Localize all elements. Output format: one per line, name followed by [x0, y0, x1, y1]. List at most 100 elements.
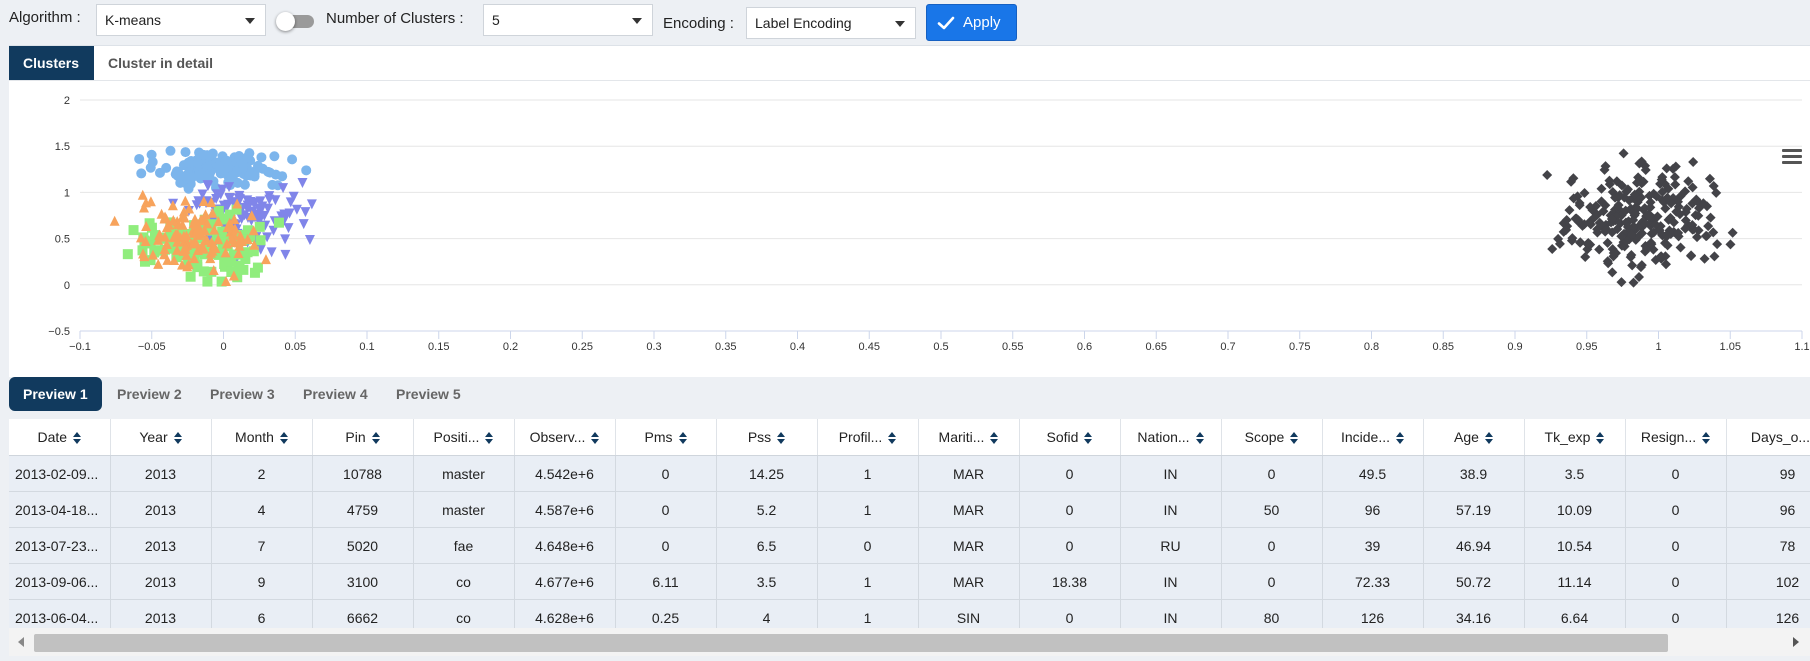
scatter-point — [1547, 243, 1558, 254]
table-row[interactable]: 2013-04-18... 2013 4 4759 master 4.587e+6 0 5.2… — [9, 491, 1810, 528]
chart-menu-icon[interactable] — [1782, 149, 1802, 165]
scatter-point — [192, 157, 203, 168]
scroll-right-icon[interactable] — [1793, 637, 1799, 647]
column-header[interactable]: Date — [9, 419, 111, 456]
table-cell: 3.5 — [716, 563, 818, 600]
column-header[interactable]: Year — [110, 419, 212, 456]
table-cell: 6.11 — [615, 563, 717, 600]
scatter-point — [186, 172, 197, 183]
sort-icon[interactable] — [371, 432, 380, 445]
sort-icon[interactable] — [888, 432, 897, 445]
x-tick-label: 0.9 — [1507, 341, 1522, 353]
table-row[interactable]: 2013-06-04... 2013 6 6662 co 4.628e+6 0.25 4 1 SI… — [9, 599, 1810, 628]
scatter-point — [1627, 260, 1638, 271]
table-cell: 102 — [1726, 563, 1810, 600]
column-header[interactable]: Tk_exp — [1524, 419, 1626, 456]
table-cell: 4.587e+6 — [514, 491, 616, 528]
sort-icon[interactable] — [1702, 432, 1711, 445]
sort-icon[interactable] — [678, 432, 687, 445]
scatter-point — [207, 148, 218, 159]
clusters-toggle[interactable] — [276, 12, 318, 31]
scatter-point — [122, 249, 133, 260]
column-header[interactable]: Days_o... — [1726, 419, 1810, 456]
sort-icon[interactable] — [173, 432, 182, 445]
scatter-point — [304, 235, 315, 246]
scatter-point — [1709, 251, 1720, 262]
column-header[interactable]: Positi... — [413, 419, 515, 456]
table-cell: master — [413, 455, 515, 492]
table-cell: 2013-04-18... — [9, 491, 111, 528]
scatter-point — [1607, 267, 1618, 278]
x-tick-label: −0.1 — [69, 341, 91, 353]
scatter-point — [238, 264, 249, 275]
table-cell: 4 — [211, 491, 313, 528]
x-tick-label: −0.05 — [138, 341, 166, 353]
column-header[interactable]: Mariti... — [918, 419, 1020, 456]
column-header[interactable]: Pin — [312, 419, 414, 456]
table-cell: 0 — [1625, 455, 1727, 492]
column-header-label: Date — [37, 429, 68, 445]
tab-preview-1[interactable]: Preview 1 — [9, 377, 102, 411]
sort-icon[interactable] — [777, 432, 786, 445]
table-cell: 1 — [817, 599, 919, 628]
table-cell: 126 — [1322, 599, 1424, 628]
clusters-label: Number of Clusters : — [326, 10, 464, 27]
column-header[interactable]: Nation... — [1120, 419, 1222, 456]
column-header[interactable]: Sofid — [1019, 419, 1121, 456]
column-header[interactable]: Profil... — [817, 419, 919, 456]
column-header[interactable]: Pms — [615, 419, 717, 456]
column-header-label: Tk_exp — [1544, 429, 1591, 445]
sort-icon[interactable] — [73, 432, 82, 445]
scatter-point — [1705, 212, 1716, 223]
table-cell: 0 — [615, 455, 717, 492]
table-row[interactable]: 2013-07-23... 2013 7 5020 fae 4.648e+6 0 6.5 0 MA… — [9, 527, 1810, 564]
table-row[interactable]: 2013-02-09... 2013 2 10788 master 4.542e+6 0 14… — [9, 455, 1810, 492]
horizontal-scrollbar[interactable] — [9, 628, 1810, 656]
column-header[interactable]: Scope — [1221, 419, 1323, 456]
sort-icon[interactable] — [1596, 432, 1605, 445]
table-row[interactable]: 2013-09-06... 2013 9 3100 co 4.677e+6 6.11 3.5 1… — [9, 563, 1810, 600]
table-cell: co — [413, 563, 515, 600]
column-header[interactable]: Month — [211, 419, 313, 456]
column-header[interactable]: Resign... — [1625, 419, 1727, 456]
algorithm-select[interactable]: K-means — [96, 4, 266, 36]
sort-icon[interactable] — [1484, 432, 1493, 445]
column-header[interactable]: Incide... — [1322, 419, 1424, 456]
encoding-select[interactable]: Label Encoding — [746, 7, 916, 39]
tab-preview-3[interactable]: Preview 3 — [196, 377, 289, 411]
sort-icon[interactable] — [1396, 432, 1405, 445]
table-cell: 6 — [211, 599, 313, 628]
tab-preview-5[interactable]: Preview 5 — [382, 377, 475, 411]
column-header-label: Month — [235, 429, 274, 445]
column-header[interactable]: Pss — [716, 419, 818, 456]
column-header[interactable]: Observ... — [514, 419, 616, 456]
chart-panel: Clusters Cluster in detail −0.5 0 0.5 1 1.5 2… — [9, 45, 1810, 377]
clusters-select[interactable]: 5 — [483, 4, 653, 36]
tab-preview-2[interactable]: Preview 2 — [103, 377, 196, 411]
sort-icon[interactable] — [1084, 432, 1093, 445]
table-cell: 57.19 — [1423, 491, 1525, 528]
sort-icon[interactable] — [591, 432, 600, 445]
tab-clusters[interactable]: Clusters — [9, 46, 94, 80]
sort-icon[interactable] — [279, 432, 288, 445]
scroll-left-icon[interactable] — [18, 637, 24, 647]
tab-preview-4[interactable]: Preview 4 — [289, 377, 382, 411]
chart-tabbar: Clusters Cluster in detail — [9, 46, 1810, 81]
sort-icon[interactable] — [1290, 432, 1299, 445]
scrollbar-thumb[interactable] — [34, 634, 1668, 652]
x-tick-label: 0.2 — [503, 341, 518, 353]
column-header-label: Days_o... — [1750, 429, 1810, 445]
apply-button[interactable]: Apply — [926, 4, 1017, 41]
scatter-point — [1542, 169, 1553, 180]
table-cell: 2 — [211, 455, 313, 492]
table-cell: 0 — [615, 491, 717, 528]
scatter-point — [1727, 227, 1738, 238]
column-header[interactable]: Age — [1423, 419, 1525, 456]
table-cell: 0 — [1221, 527, 1323, 564]
tab-cluster-in-detail[interactable]: Cluster in detail — [94, 46, 227, 80]
sort-icon[interactable] — [485, 432, 494, 445]
sort-icon[interactable] — [990, 432, 999, 445]
table-cell: 38.9 — [1423, 455, 1525, 492]
sort-icon[interactable] — [1195, 432, 1204, 445]
algorithm-select-value: K-means — [105, 12, 162, 28]
